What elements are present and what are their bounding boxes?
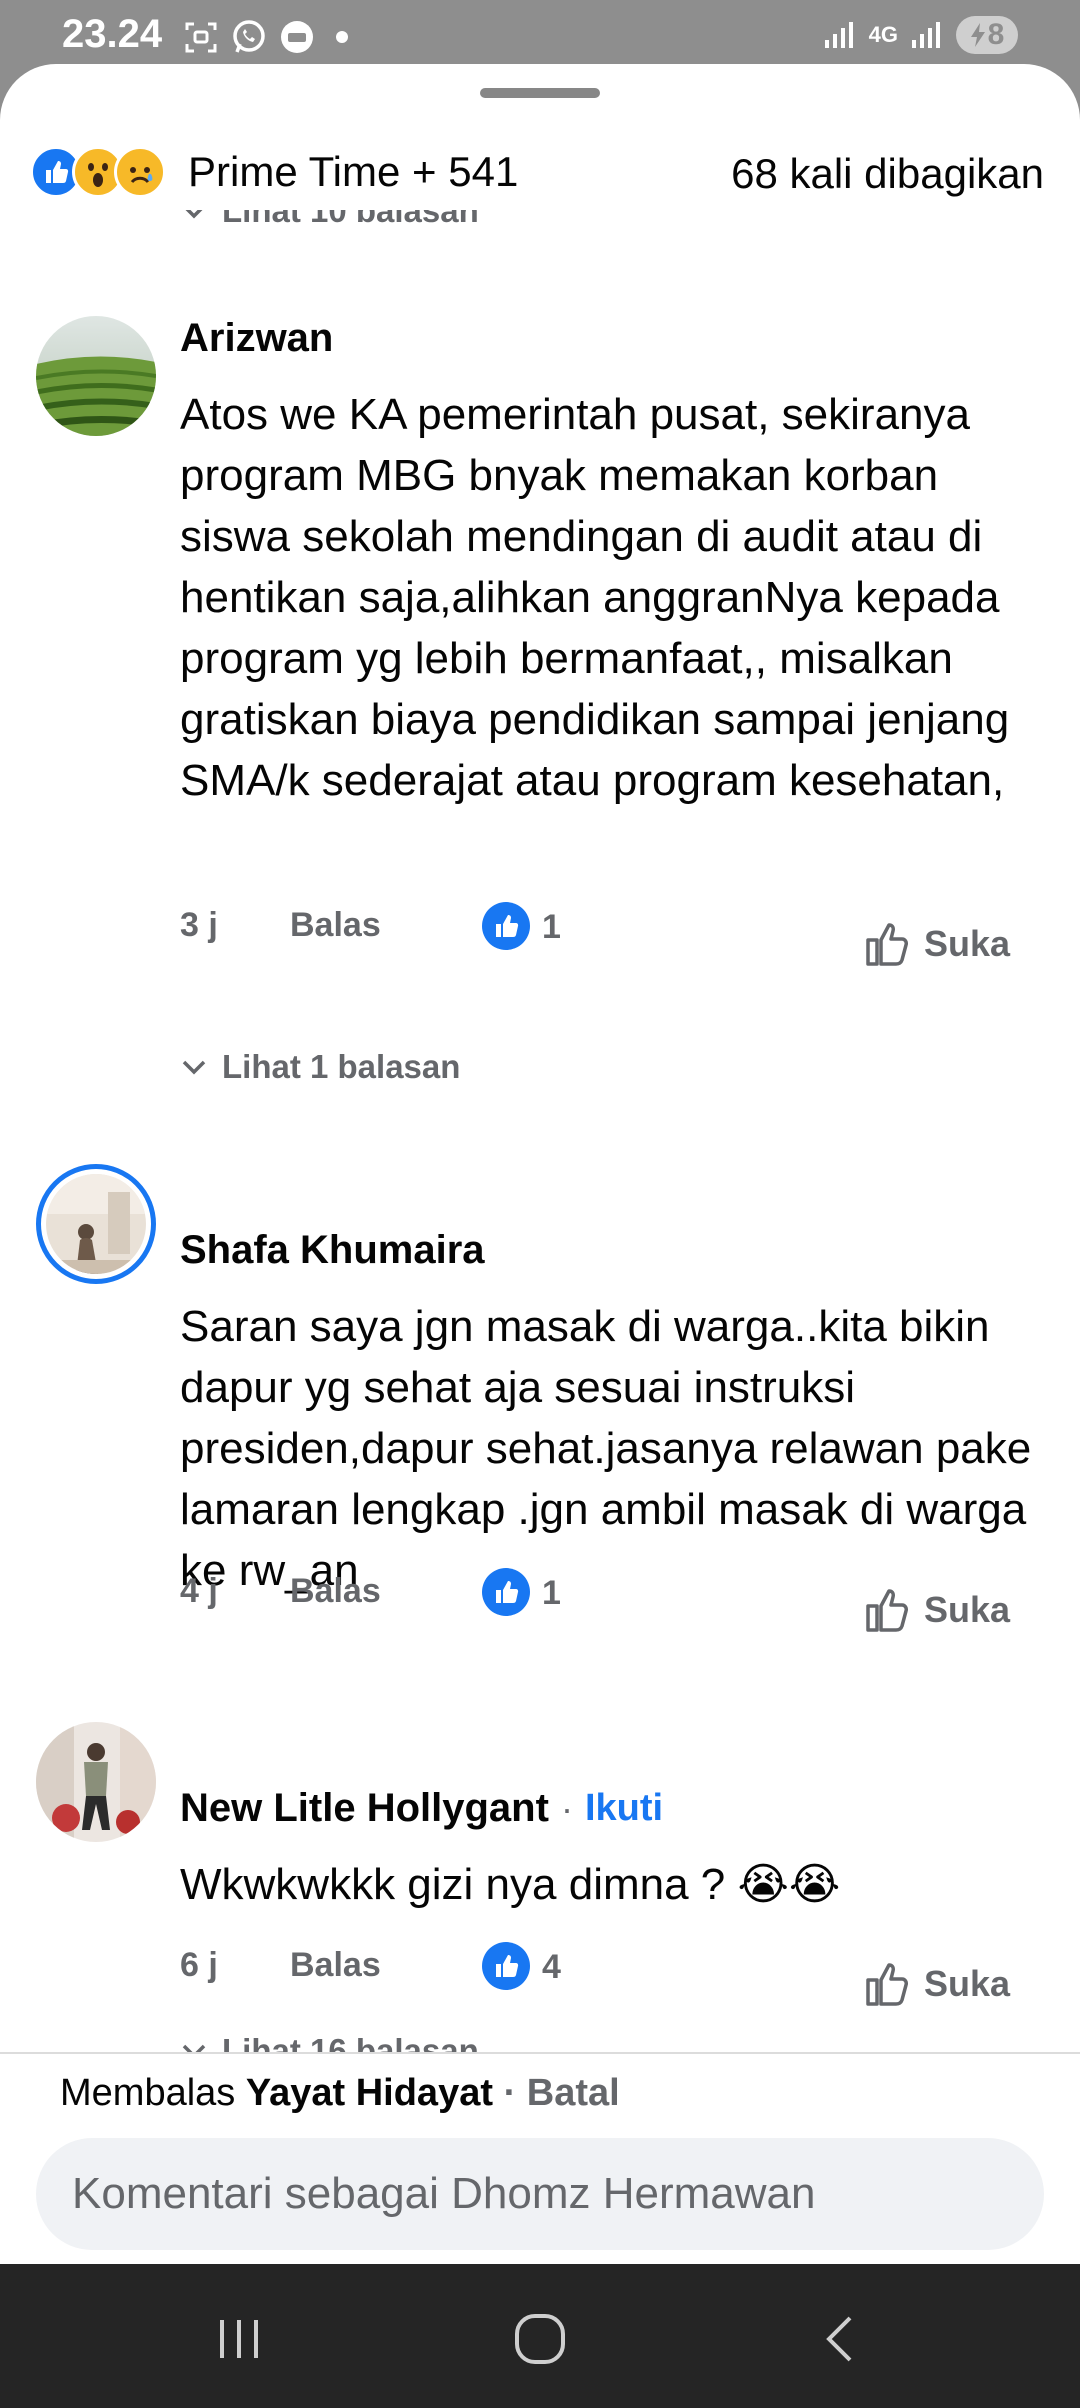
recent-apps-button[interactable]	[204, 2304, 274, 2374]
like-button-label: Suka	[923, 923, 1010, 964]
signal-icon	[821, 16, 859, 54]
reply-button[interactable]: Balas	[290, 1946, 381, 1985]
comment-actions: 6 j Balas 4 Suka	[180, 1940, 1060, 2006]
network-type: 4G	[868, 22, 898, 47]
sad-icon	[114, 146, 166, 198]
cancel-reply-button[interactable]: Batal	[527, 2072, 620, 2114]
comment-actions: 3 j Balas 1 Suka	[180, 900, 1060, 966]
comment-list: Lihat 10 balasan Arizwan Atos we KA peme…	[0, 64, 1080, 2069]
replying-to-line: Membalas Yayat Hidayat · Batal	[60, 2072, 620, 2115]
like-button[interactable]: Suka	[862, 1584, 1010, 1636]
comment-author[interactable]: New Litle Hollygant	[180, 1786, 549, 1831]
reaction-icons[interactable]	[30, 146, 166, 198]
like-badge-icon	[482, 1942, 530, 1990]
like-badge-icon	[482, 1568, 530, 1616]
charging-icon	[970, 23, 985, 47]
comment-time: 3 j	[180, 906, 218, 944]
status-time: 23.24	[62, 12, 163, 56]
comment-author-row: New Litle Hollygant · Ikuti	[180, 1786, 663, 1831]
reply-target-name: Yayat Hidayat	[245, 2072, 493, 2114]
home-icon	[515, 2314, 565, 2364]
thumbs-up-icon	[866, 1963, 908, 2006]
reply-separator: ·	[503, 2072, 517, 2114]
comment-time: 4 j	[180, 1572, 218, 1610]
follow-button[interactable]: Ikuti	[585, 1787, 663, 1830]
system-navigation-bar	[0, 2264, 1080, 2408]
like-button[interactable]: Suka	[862, 1958, 1010, 2010]
reply-button[interactable]: Balas	[290, 1572, 381, 1611]
like-count[interactable]: 1	[542, 908, 561, 947]
thumbs-up-icon	[866, 923, 908, 966]
share-count[interactable]: 68 kali dibagikan	[731, 150, 1044, 198]
like-button-label: Suka	[923, 1589, 1010, 1630]
screenshot-icon	[182, 18, 220, 56]
comment-text: Atos we KA pemerintah pusat, sekiranya p…	[180, 390, 1010, 805]
back-button[interactable]	[806, 2304, 876, 2374]
reply-composer: Membalas Yayat Hidayat · Batal	[0, 2052, 1080, 2266]
status-bar: 23.24 4G 8	[0, 0, 1080, 72]
comment-author-row: Shafa Khumaira	[180, 1228, 485, 1273]
comment-author-row: Arizwan	[180, 316, 333, 361]
comment-text: Saran saya jgn masak di warga..kita biki…	[180, 1302, 1032, 1595]
battery-level: 8	[987, 18, 1005, 51]
notification-icons	[182, 18, 348, 56]
like-count[interactable]: 4	[542, 1948, 561, 1987]
app-notification-icon	[278, 18, 316, 56]
comments-sheet: Prime Time + 541 68 kali dibagikan Lihat…	[0, 64, 1080, 2264]
system-indicators: 4G 8	[821, 16, 1018, 54]
avatar-image	[46, 1174, 146, 1274]
battery-indicator: 8	[956, 16, 1018, 54]
signal-icon-2	[908, 16, 946, 54]
avatar-image	[36, 1722, 156, 1842]
replying-prefix: Membalas	[60, 2072, 236, 2114]
comment-author[interactable]: Arizwan	[180, 316, 333, 361]
back-icon	[826, 2316, 852, 2362]
like-count[interactable]: 1	[542, 1574, 561, 1613]
comment-text: Wkwkwkkk gizi nya dimna ? 😭😭	[180, 1860, 841, 1909]
avatar[interactable]	[36, 1164, 156, 1284]
avatar[interactable]	[36, 1722, 156, 1842]
comment-author[interactable]: Shafa Khumaira	[180, 1228, 485, 1273]
comment-input[interactable]	[36, 2138, 1044, 2250]
recent-apps-icon	[220, 2320, 258, 2358]
comment-time: 6 j	[180, 1946, 218, 1984]
reactions-summary[interactable]: Prime Time + 541	[188, 148, 518, 196]
more-notifications-dot	[336, 31, 348, 43]
comment-actions: 4 j Balas 1 Suka	[180, 1566, 1060, 1632]
like-badge-icon	[482, 902, 530, 950]
follow-separator: ·	[560, 1787, 573, 1829]
like-button[interactable]: Suka	[862, 918, 1010, 970]
reactions-header: Prime Time + 541 68 kali dibagikan	[0, 124, 1080, 210]
whatsapp-icon	[230, 18, 268, 56]
view-replies-link[interactable]: Lihat 1 balasan	[180, 1048, 460, 1086]
chevron-down-icon	[182, 1060, 206, 1075]
thumbs-up-icon	[866, 1589, 908, 1632]
view-replies-label: Lihat 1 balasan	[222, 1048, 461, 1085]
like-button-label: Suka	[923, 1963, 1010, 2004]
reply-button[interactable]: Balas	[290, 906, 381, 945]
avatar-image	[36, 316, 156, 436]
home-button[interactable]	[505, 2304, 575, 2374]
avatar[interactable]	[36, 316, 156, 436]
